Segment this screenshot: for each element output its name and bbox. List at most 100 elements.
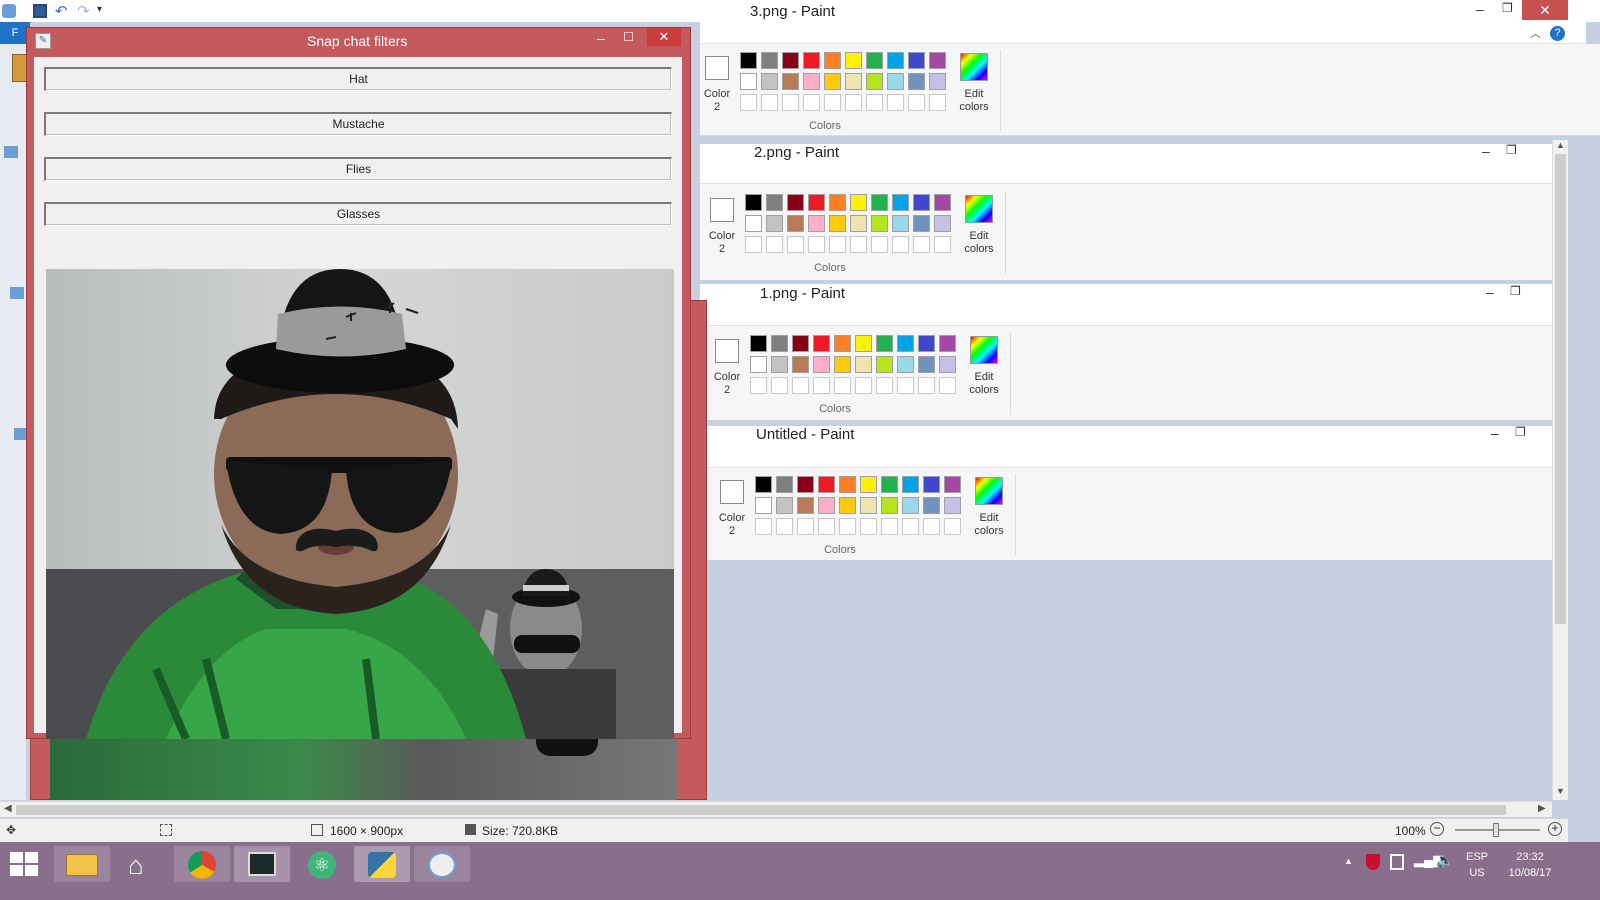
color-swatch[interactable] [939, 335, 956, 352]
antivirus-icon[interactable] [1366, 854, 1380, 870]
color-swatch[interactable] [771, 335, 788, 352]
color-swatch[interactable] [771, 356, 788, 373]
color-swatch[interactable] [792, 356, 809, 373]
color-swatch[interactable] [803, 73, 820, 90]
custom-color-slot[interactable] [876, 377, 893, 394]
language-indicator[interactable]: ESP US [1466, 849, 1488, 881]
restore-button[interactable]: ❐ [1510, 284, 1521, 298]
scroll-right-icon[interactable]: ▶ [1538, 803, 1546, 814]
minimize-button[interactable]: – [1476, 1, 1484, 17]
color-swatch[interactable] [929, 73, 946, 90]
file-explorer-icon[interactable] [54, 846, 110, 882]
close-button[interactable]: ✕ [647, 28, 681, 46]
close-button[interactable]: ✕ [1522, 0, 1568, 20]
zoom-slider-thumb[interactable] [1493, 823, 1499, 837]
color-swatch[interactable] [944, 476, 961, 493]
color2-label[interactable]: Color 2 [704, 230, 740, 256]
custom-color-slot[interactable] [923, 518, 940, 535]
color2-swatch[interactable] [715, 339, 739, 363]
redo-icon[interactable]: ↷ [77, 2, 90, 20]
custom-color-slot[interactable] [902, 518, 919, 535]
color2-label[interactable]: Color 2 [709, 371, 745, 397]
color2-label[interactable]: Color 2 [699, 88, 735, 114]
custom-color-slot[interactable] [745, 236, 762, 253]
custom-color-slot[interactable] [771, 377, 788, 394]
color-swatch[interactable] [850, 194, 867, 211]
color-swatch[interactable] [860, 476, 877, 493]
custom-color-slot[interactable] [871, 236, 888, 253]
color-swatch[interactable] [782, 52, 799, 69]
color-swatch[interactable] [855, 335, 872, 352]
color-swatch[interactable] [845, 52, 862, 69]
color-swatch[interactable] [918, 335, 935, 352]
color-swatch[interactable] [871, 194, 888, 211]
color-swatch[interactable] [866, 52, 883, 69]
windows-start-icon[interactable] [10, 852, 38, 876]
custom-color-slot[interactable] [866, 94, 883, 111]
color-swatch[interactable] [918, 356, 935, 373]
glasses-filter-button[interactable]: Glasses [44, 202, 672, 226]
vertical-scrollbar[interactable]: ▲ ▼ [1552, 140, 1568, 800]
color-swatch[interactable] [934, 215, 951, 232]
color-swatch[interactable] [897, 356, 914, 373]
color-swatch[interactable] [755, 497, 772, 514]
color-swatch[interactable] [808, 215, 825, 232]
color-swatch[interactable] [902, 497, 919, 514]
restore-button[interactable]: ❐ [1506, 143, 1517, 157]
show-hidden-icons[interactable]: ▲ [1344, 856, 1353, 866]
custom-color-slot[interactable] [761, 94, 778, 111]
color-swatch[interactable] [792, 335, 809, 352]
color-swatch[interactable] [787, 194, 804, 211]
custom-color-slot[interactable] [818, 518, 835, 535]
edit-colors-label[interactable]: Edit colors [963, 371, 1005, 397]
scroll-up-icon[interactable]: ▲ [1556, 140, 1565, 150]
scroll-left-icon[interactable]: ◀ [4, 803, 12, 814]
custom-color-slot[interactable] [797, 518, 814, 535]
scroll-down-icon[interactable]: ▼ [1556, 786, 1565, 796]
custom-color-slot[interactable] [776, 518, 793, 535]
flies-filter-button[interactable]: Flies [44, 157, 672, 181]
color-swatch[interactable] [902, 476, 919, 493]
color-swatch[interactable] [923, 497, 940, 514]
color-swatch[interactable] [829, 194, 846, 211]
minimize-button[interactable]: – [1491, 425, 1499, 441]
minimize-button[interactable]: – [597, 30, 605, 46]
restore-button[interactable]: ❐ [1502, 1, 1513, 15]
color-swatch[interactable] [887, 52, 904, 69]
custom-color-slot[interactable] [792, 377, 809, 394]
color-swatch[interactable] [908, 73, 925, 90]
volume-icon[interactable]: 🔈 [1436, 852, 1453, 869]
color-swatch[interactable] [797, 497, 814, 514]
color-swatch[interactable] [881, 497, 898, 514]
custom-color-slot[interactable] [766, 236, 783, 253]
color2-swatch[interactable] [720, 480, 744, 504]
device-icon[interactable] [1390, 854, 1404, 870]
zoom-out-button[interactable]: − [1430, 822, 1444, 836]
python-icon[interactable] [354, 846, 410, 882]
color-swatch[interactable] [871, 215, 888, 232]
color-swatch[interactable] [740, 73, 757, 90]
custom-color-slot[interactable] [755, 518, 772, 535]
quick-access-dropdown-icon[interactable]: ▾ [97, 4, 102, 15]
custom-color-slot[interactable] [929, 94, 946, 111]
color-swatch[interactable] [776, 476, 793, 493]
edit-colors-label[interactable]: Edit colors [958, 230, 1000, 256]
color-swatch[interactable] [929, 52, 946, 69]
zoom-in-button[interactable]: + [1548, 822, 1562, 836]
mustache-filter-button[interactable]: Mustache [44, 112, 672, 136]
color-swatch[interactable] [860, 497, 877, 514]
scroll-thumb[interactable] [1555, 154, 1566, 624]
color-swatch[interactable] [813, 335, 830, 352]
color-swatch[interactable] [824, 52, 841, 69]
color-swatch[interactable] [782, 73, 799, 90]
custom-color-slot[interactable] [908, 94, 925, 111]
restore-button[interactable]: ❐ [1515, 425, 1526, 439]
custom-color-slot[interactable] [803, 94, 820, 111]
color-swatch[interactable] [892, 215, 909, 232]
custom-color-slot[interactable] [829, 236, 846, 253]
color-swatch[interactable] [808, 194, 825, 211]
color-swatch[interactable] [824, 73, 841, 90]
edit-colors-icon[interactable] [960, 53, 988, 81]
color-swatch[interactable] [892, 194, 909, 211]
color-swatch[interactable] [834, 335, 851, 352]
